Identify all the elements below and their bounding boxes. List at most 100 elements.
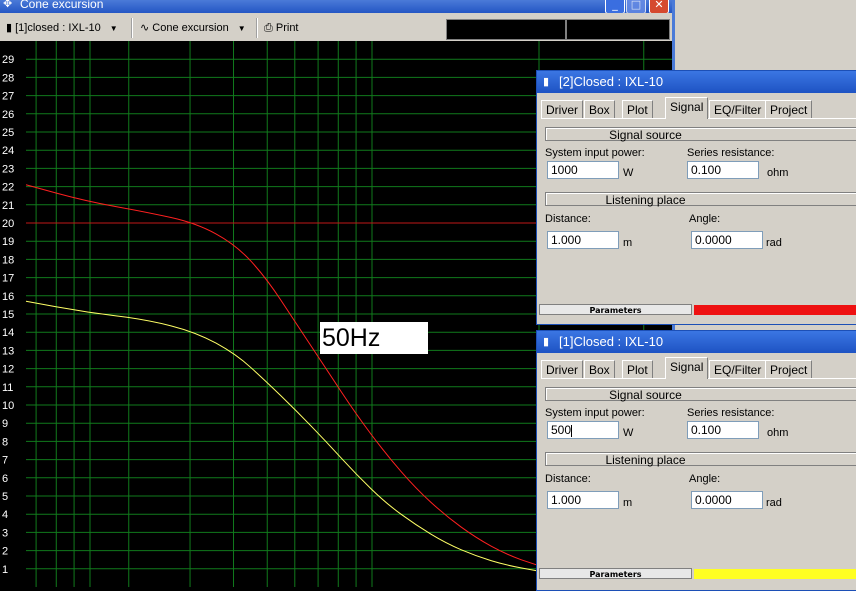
distance-input[interactable]: 1.000 [547,491,619,509]
print-label: Print [275,22,299,34]
y-tick-label: 1 [2,564,8,576]
resistance-input[interactable]: 0.100 [687,161,759,179]
tab-eq-filter[interactable]: EQ/Filter [709,100,767,119]
y-tick-label: 25 [2,127,14,139]
angle-label: Angle: [689,473,721,485]
y-tick-label: 2 [2,546,8,558]
main-window-title: Cone excursion [20,0,104,11]
parameters-label: Parameters [539,304,692,315]
y-tick-label: 28 [2,72,14,84]
tab-strip: Driver Box Plot Signal EQ/Filter Project [541,357,856,379]
tab-eq-filter[interactable]: EQ/Filter [709,360,767,379]
resistance-unit: ohm [767,427,789,439]
maximize-button[interactable]: □ [626,0,646,13]
y-tick-label: 23 [2,163,14,175]
y-tick-label: 5 [2,491,8,503]
y-tick-label: 10 [2,400,14,412]
tab-strip: Driver Box Plot Signal EQ/Filter Project [541,97,856,119]
angle-label: Angle: [689,213,721,225]
dialog-title-bar[interactable]: ▮ [2]Closed : IXL-10 [537,71,856,93]
sine-wave-icon: ∿ [140,22,150,34]
y-tick-label: 20 [2,218,14,230]
listening-place-header: Listening place [545,192,856,207]
view-select[interactable]: ∿ Cone excursion ▼ [140,20,246,36]
tab-box[interactable]: Box [584,100,615,119]
tab-plot[interactable]: Plot [622,360,653,379]
signal-tab-panel [541,118,856,299]
print-button[interactable]: ⎙ Print [264,20,299,36]
y-tick-label: 12 [2,364,14,376]
power-unit: W [623,167,634,179]
minimize-button[interactable]: _ [605,0,625,13]
tab-driver[interactable]: Driver [541,100,583,119]
text-caret [571,424,573,437]
angle-input[interactable]: 0.0000 [691,491,763,509]
power-input[interactable]: 500 [547,421,619,439]
y-tick-label: 17 [2,273,14,285]
y-tick-label: 9 [2,418,8,430]
angle-input[interactable]: 0.0000 [691,231,763,249]
y-tick-label: 13 [2,345,14,357]
distance-label: Distance: [545,473,591,485]
close-button[interactable]: ✕ [649,0,669,13]
signal-source-header: Signal source [545,127,856,142]
y-tick-label: 6 [2,473,8,485]
y-tick-label: 4 [2,509,8,521]
y-tick-label: 16 [2,291,14,303]
tab-signal[interactable]: Signal [665,97,709,119]
distance-unit: m [623,237,633,249]
resistance-unit: ohm [767,167,789,179]
power-input-value: 500 [551,423,572,437]
y-tick-label: 7 [2,455,8,467]
dialog-window-icon: ▮ [543,336,550,348]
y-tick-label: 8 [2,436,8,448]
power-input[interactable]: 1000 [547,161,619,179]
signal-dialog-2: ▮ [2]Closed : IXL-10 Driver Box Plot Sig… [536,70,856,325]
tab-project[interactable]: Project [765,100,813,119]
project-select[interactable]: ▮ [1]closed : IXL-10 ▼ [6,20,118,36]
signal-dialog-1: ▮ [1]Closed : IXL-10 Driver Box Plot Sig… [536,330,856,591]
tab-plot[interactable]: Plot [622,100,653,119]
resistance-label: Series resistance: [687,147,775,159]
resistance-input[interactable]: 0.100 [687,421,759,439]
dialog-title: [1]Closed : IXL-10 [559,334,664,349]
status-display-2 [566,19,670,40]
curve-color-indicator [694,569,856,579]
tab-driver[interactable]: Driver [541,360,583,379]
project-select-value: [1]closed : IXL-10 [15,22,101,34]
parameters-label: Parameters [539,568,692,579]
series-line-1 [25,184,607,581]
printer-icon: ⎙ [264,22,273,34]
y-tick-label: 18 [2,254,14,266]
app-window-icon: ✥ [3,0,13,10]
power-label: System input power: [545,407,645,419]
main-toolbar: ▮ [1]closed : IXL-10 ▼ ∿ Cone excursion … [0,13,672,42]
status-display-1 [446,19,566,40]
dialog-title-bar[interactable]: ▮ [1]Closed : IXL-10 [537,331,856,353]
distance-label: Distance: [545,213,591,225]
y-tick-label: 26 [2,109,14,121]
main-title-bar: ✥ Cone excursion _ □ ✕ [0,0,672,13]
y-tick-label: 21 [2,200,14,212]
dialog-status-bar: Parameters [537,568,856,580]
resistance-label: Series resistance: [687,407,775,419]
angle-unit: rad [766,497,782,509]
y-tick-label: 14 [2,327,14,339]
signal-source-header: Signal source [545,387,856,402]
frequency-readout: 50Hz [320,322,428,354]
y-tick-label: 19 [2,236,14,248]
y-tick-label: 11 [2,382,13,394]
chevron-down-icon: ▼ [109,24,118,33]
y-tick-label: 24 [2,145,14,157]
tab-signal[interactable]: Signal [665,357,709,379]
tab-project[interactable]: Project [765,360,813,379]
angle-unit: rad [766,237,782,249]
distance-input[interactable]: 1.000 [547,231,619,249]
chevron-down-icon: ▼ [237,24,246,33]
listening-place-header: Listening place [545,452,856,467]
y-tick-label: 15 [2,309,14,321]
toolbar-separator [131,18,133,38]
power-unit: W [623,427,634,439]
y-tick-label: 3 [2,527,8,539]
tab-box[interactable]: Box [584,360,615,379]
